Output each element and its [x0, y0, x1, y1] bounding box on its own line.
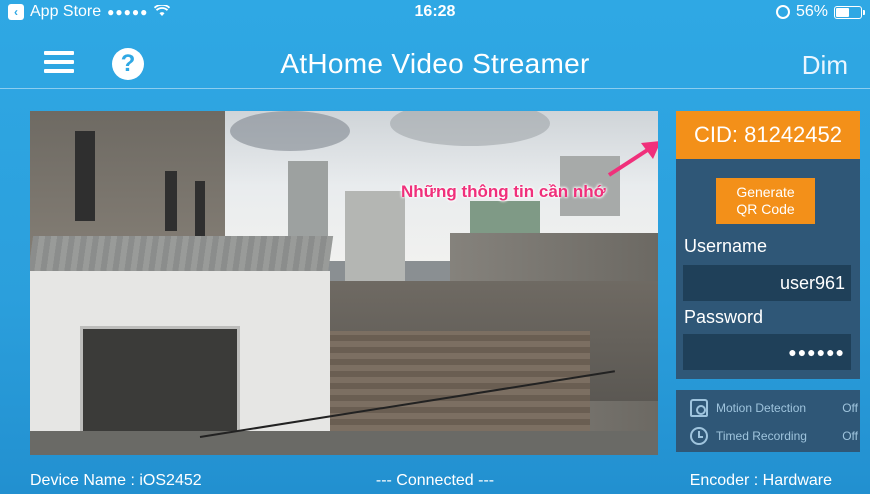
video-cloud: [230, 111, 350, 151]
motion-detection-value: Off: [842, 401, 858, 415]
dim-button[interactable]: Dim: [802, 50, 848, 81]
status-bar: ‹ App Store ●●●●● 16:28 56%: [0, 0, 870, 24]
status-right: 56%: [775, 3, 865, 21]
clock-time: 16:28: [414, 3, 456, 20]
camera-video-feed[interactable]: Những thông tin cần nhớ: [30, 111, 658, 455]
password-label: Password: [684, 307, 764, 327]
motion-detection-label: Motion Detection: [716, 401, 807, 415]
annotation-arrow-icon: [607, 141, 658, 177]
motion-detection-icon: [690, 399, 708, 417]
video-window: [195, 181, 205, 241]
cid-display: CID: 81242452: [676, 111, 860, 159]
encoder-info: Encoder : Hardware: [689, 472, 832, 489]
nav-divider: [0, 88, 870, 89]
annotation-text: Những thông tin cần nhớ: [401, 182, 606, 201]
generate-qr-code-button[interactable]: Generate QR Code: [716, 178, 815, 224]
battery-level: [836, 7, 849, 17]
app-title: AtHome Video Streamer: [280, 48, 590, 79]
battery-icon: [834, 5, 865, 19]
video-window: [75, 131, 95, 221]
orientation-lock-icon: [775, 5, 790, 19]
qr-button-line-2: QR Code: [736, 201, 795, 217]
clock-icon: [690, 427, 708, 445]
video-rail: [30, 431, 658, 455]
password-field[interactable]: ●●●●●●: [683, 334, 851, 370]
username-field[interactable]: user961: [683, 265, 851, 301]
username-label: Username: [684, 236, 768, 256]
timed-recording-row[interactable]: Timed Recording Off: [690, 427, 858, 445]
timed-recording-label: Timed Recording: [716, 429, 807, 443]
timed-recording-value: Off: [842, 429, 858, 443]
video-white-wall: [30, 271, 330, 455]
qr-button-line-1: Generate: [736, 184, 795, 200]
navigation-bar: ? AtHome Video Streamer Dim: [0, 24, 870, 88]
motion-detection-row[interactable]: Motion Detection Off: [690, 399, 858, 417]
video-window: [165, 171, 177, 231]
battery-percent: 56%: [795, 3, 828, 20]
video-building: [345, 191, 405, 281]
